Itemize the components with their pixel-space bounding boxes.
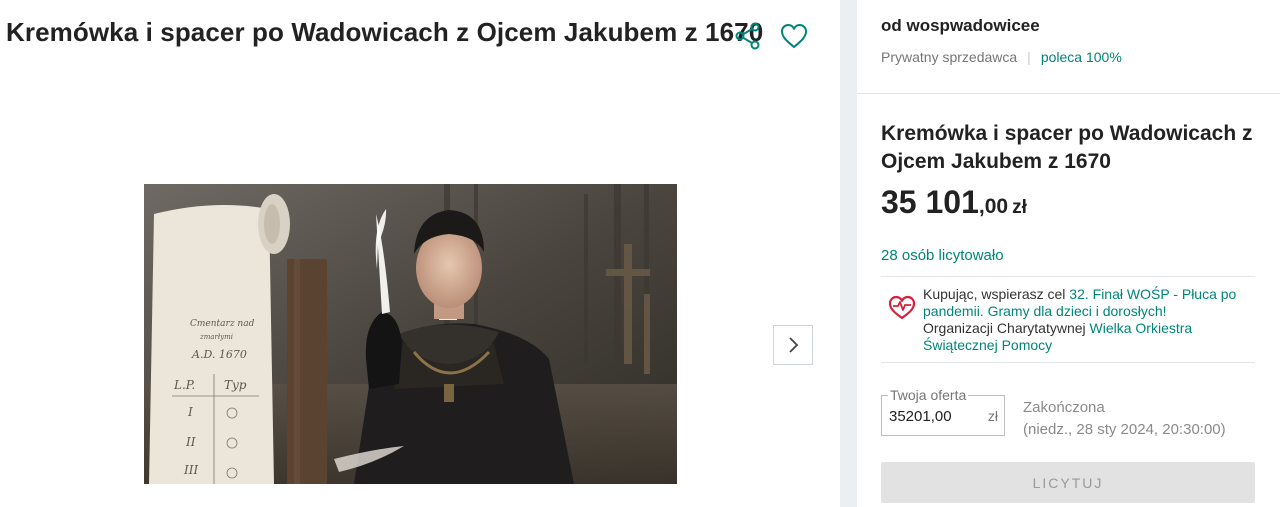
svg-text:L.P.: L.P. xyxy=(173,378,195,392)
price-currency: zł xyxy=(1012,197,1027,218)
bid-currency: zł xyxy=(987,408,998,424)
auction-end-date: (niedz., 28 sty 2024, 20:30:00) xyxy=(1023,421,1226,438)
charity-text: Kupując, wspierasz cel 32. Finał WOŚP - … xyxy=(923,286,1248,354)
heart-icon[interactable] xyxy=(778,20,810,52)
auction-status-text: Zakończona xyxy=(1023,399,1105,416)
panel-divider xyxy=(840,0,857,507)
bid-button[interactable]: LICYTUJ xyxy=(881,462,1255,503)
price: 35 101,00 zł xyxy=(881,184,1027,221)
seller-recommendation[interactable]: poleca 100% xyxy=(1041,49,1122,65)
charity-prefix: Kupując, wspierasz cel xyxy=(923,286,1070,302)
charity-org-prefix: Organizacji Charytatywnej xyxy=(923,320,1090,336)
seller-name[interactable]: od wospwadowicee xyxy=(881,16,1040,36)
meta-separator: | xyxy=(1027,49,1031,65)
chevron-right-icon xyxy=(789,337,799,353)
price-decimals: ,00 xyxy=(978,195,1009,218)
svg-text:I: I xyxy=(187,405,193,419)
section-divider xyxy=(857,93,1280,94)
svg-text:Typ: Typ xyxy=(224,378,247,392)
offer-panel: od wospwadowicee Prywatny sprzedawca | p… xyxy=(857,0,1280,507)
svg-text:zmarłymi: zmarłymi xyxy=(199,333,233,341)
svg-text:A.D. 1670: A.D. 1670 xyxy=(191,348,247,361)
product-photo[interactable]: Cmentarz nad zmarłymi A.D. 1670 L.P. Typ… xyxy=(144,184,677,484)
gallery-panel: Kremówka i spacer po Wadowicach z Ojcem … xyxy=(0,0,840,507)
svg-text:Cmentarz nad: Cmentarz nad xyxy=(190,319,255,329)
seller-meta: Prywatny sprzedawca | poleca 100% xyxy=(881,49,1122,65)
bid-amount-field[interactable]: Twoja oferta 35201,00 zł xyxy=(881,387,1005,436)
auction-status: Zakończona (niedz., 28 sty 2024, 20:30:0… xyxy=(1023,397,1226,441)
svg-text:II: II xyxy=(185,435,196,449)
share-icon[interactable] xyxy=(732,20,764,52)
seller-type: Prywatny sprzedawca xyxy=(881,49,1018,65)
bid-amount-input[interactable]: 35201,00 xyxy=(889,408,952,425)
offer-title: Kremówka i spacer po Wadowicach z Ojcem … xyxy=(881,122,1253,173)
charity-box: Kupując, wspierasz cel 32. Finał WOŚP - … xyxy=(881,276,1255,363)
price-main: 35 101 xyxy=(881,184,979,220)
wosp-heart-icon xyxy=(888,295,916,320)
svg-text:III: III xyxy=(183,463,198,477)
next-image-button[interactable] xyxy=(773,325,813,365)
page-title: Kremówka i spacer po Wadowicach z Ojcem … xyxy=(6,17,764,47)
bidders-link[interactable]: 28 osób licytowało xyxy=(881,247,1004,264)
bid-field-label: Twoja oferta xyxy=(888,387,969,403)
